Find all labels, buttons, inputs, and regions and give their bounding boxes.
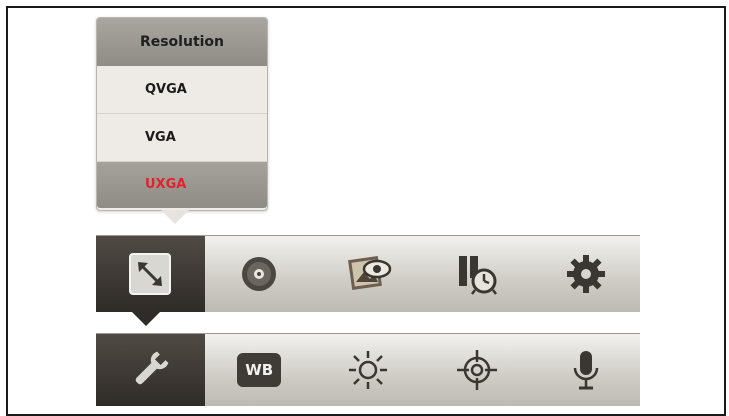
disc-icon <box>239 254 279 294</box>
wrench-icon <box>128 348 172 392</box>
option-qvga[interactable]: QVGA <box>97 66 267 114</box>
resolution-popup: Resolution QVGA VGA UXGA <box>96 17 268 224</box>
image-view-icon <box>344 252 392 296</box>
white-balance-icon: WB <box>237 353 282 387</box>
white-balance-button[interactable]: WB <box>205 334 314 406</box>
disc-button[interactable] <box>205 236 314 312</box>
microphone-icon <box>566 348 606 392</box>
brightness-button[interactable] <box>314 334 423 406</box>
brightness-icon <box>346 348 390 392</box>
settings-button[interactable] <box>531 236 640 312</box>
timer-button[interactable] <box>422 236 531 312</box>
timer-icon <box>455 252 499 296</box>
tools-button[interactable] <box>96 334 205 406</box>
active-pointer <box>132 312 160 326</box>
toolbar-top <box>96 235 640 326</box>
image-view-button[interactable] <box>314 236 423 312</box>
gear-icon <box>566 254 606 294</box>
option-uxga[interactable]: UXGA <box>97 162 267 208</box>
target-icon <box>455 348 499 392</box>
option-vga[interactable]: VGA <box>97 114 267 162</box>
microphone-button[interactable] <box>531 334 640 406</box>
resize-icon <box>128 252 172 296</box>
toolbar-bottom: WB <box>96 333 640 406</box>
popup-title: Resolution <box>97 18 267 66</box>
resolution-button[interactable] <box>96 236 205 326</box>
focus-button[interactable] <box>422 334 531 406</box>
popup-pointer <box>161 210 189 224</box>
